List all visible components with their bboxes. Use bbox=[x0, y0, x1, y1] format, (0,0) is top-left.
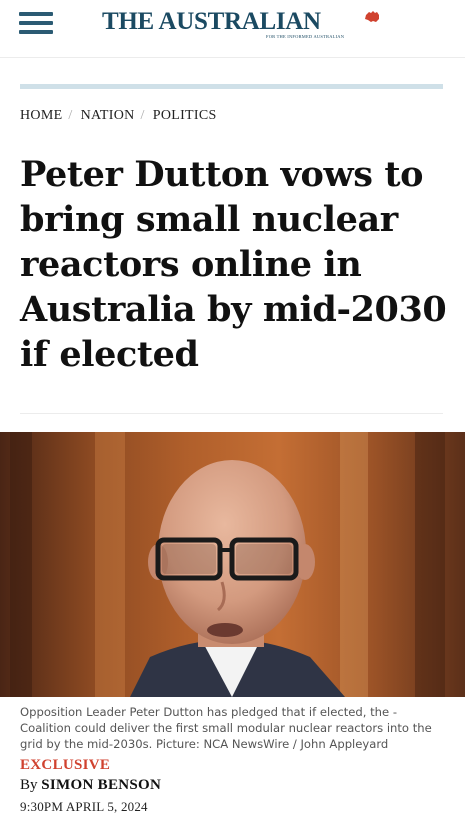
article-photo[interactable] bbox=[0, 432, 465, 697]
exclusive-label: EXCLUSIVE bbox=[20, 757, 111, 773]
breadcrumb: HOME / NATION / POLITICS bbox=[20, 108, 217, 124]
logo-text: THE AUSTRALIAN bbox=[102, 8, 321, 35]
photo-caption: Opposition Leader Peter Dutton has pledg… bbox=[20, 705, 432, 751]
hamburger-menu-icon[interactable] bbox=[19, 12, 53, 34]
breadcrumb-nation[interactable]: NATION bbox=[81, 108, 135, 123]
section-divider bbox=[20, 84, 443, 89]
breadcrumb-separator: / bbox=[68, 108, 73, 123]
breadcrumb-separator: / bbox=[140, 108, 145, 123]
top-bar: THE AUSTRALIAN FOR THE INFORMED AUSTRALI… bbox=[0, 0, 465, 58]
breadcrumb-politics[interactable]: POLITICS bbox=[153, 108, 217, 123]
logo-tagline: FOR THE INFORMED AUSTRALIAN bbox=[266, 34, 345, 39]
australia-map-icon bbox=[365, 11, 379, 22]
article-headline: Peter Dutton vows to bring small nuclear… bbox=[20, 154, 447, 375]
publish-timestamp: 9:30PM APRIL 5, 2024 bbox=[20, 799, 148, 814]
site-logo[interactable]: THE AUSTRALIAN FOR THE INFORMED AUSTRALI… bbox=[102, 8, 392, 44]
byline: By SIMON BENSON bbox=[20, 777, 161, 794]
breadcrumb-home[interactable]: HOME bbox=[20, 108, 62, 123]
headline-divider bbox=[20, 413, 443, 414]
article-photo-image bbox=[0, 432, 465, 697]
author-link[interactable]: SIMON BENSON bbox=[41, 777, 161, 793]
byline-prefix: By bbox=[20, 777, 38, 793]
